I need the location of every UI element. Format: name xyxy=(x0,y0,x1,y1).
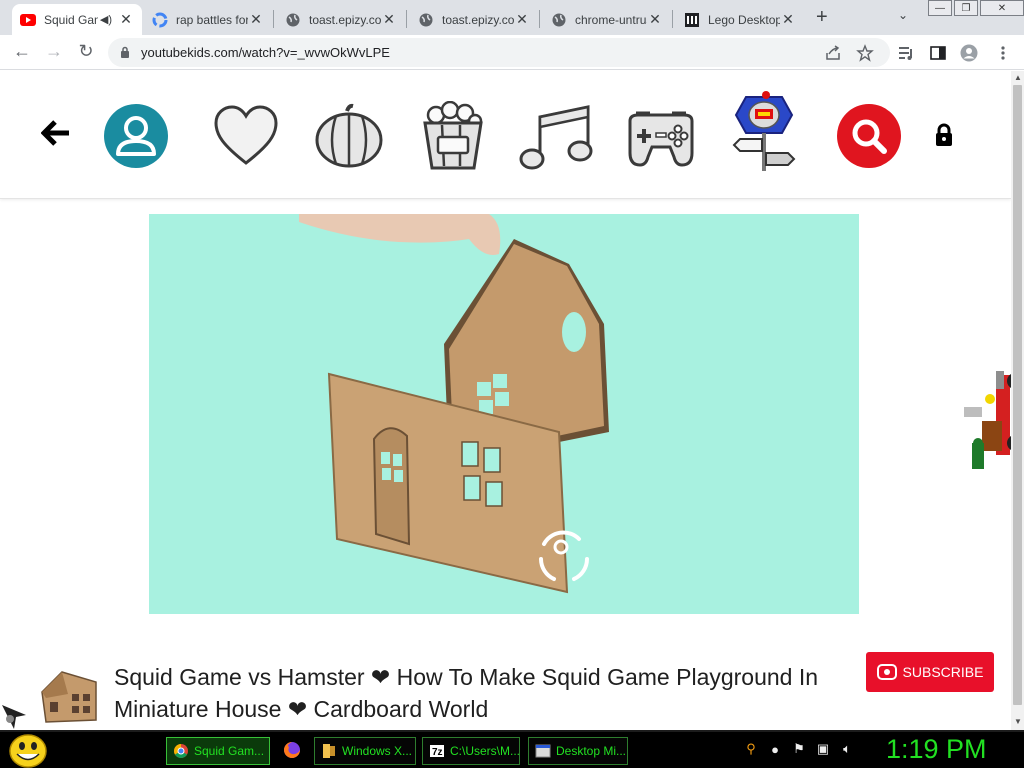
close-tab-icon[interactable]: ✕ xyxy=(780,11,796,28)
task-chrome[interactable]: Squid Gam... xyxy=(166,737,270,765)
chrome-icon xyxy=(174,744,188,758)
task-label: Desktop Mi... xyxy=(556,744,627,758)
back-arrow-icon[interactable] xyxy=(38,115,74,151)
youtube-kids-page: Squid Game vs Hamster ❤ How To Make Squi… xyxy=(0,71,1011,730)
task-7zip[interactable]: 7z C:\Users\M... xyxy=(422,737,520,765)
tab-separator xyxy=(539,10,540,28)
7zip-icon: 7z xyxy=(430,745,444,758)
tab-title: chrome-untrusted xyxy=(575,12,647,27)
game-controller-icon[interactable] xyxy=(626,107,696,169)
tab-separator xyxy=(273,10,274,28)
close-tab-icon[interactable]: ✕ xyxy=(118,11,134,28)
channel-avatar[interactable] xyxy=(38,668,100,724)
browser-toolbar: ← → ↻ youtubekids.com/watch?v=_wvwOkWvLP… xyxy=(0,35,1024,70)
close-tab-icon[interactable]: ✕ xyxy=(647,11,663,28)
media-control-icon[interactable] xyxy=(897,44,915,62)
tab-toast-1[interactable]: toast.epizy.com ✕ xyxy=(277,4,405,35)
chat-tray-icon[interactable]: ● xyxy=(766,740,784,758)
task-label: C:\Users\M... xyxy=(450,744,520,758)
tab-separator xyxy=(406,10,407,28)
profile-icon[interactable] xyxy=(103,103,169,169)
tab-toast-2[interactable]: toast.epizy.com ✕ xyxy=(410,4,538,35)
url-text: youtubekids.com/watch?v=_wvwOkWvLPE xyxy=(141,45,390,60)
tab-title: rap battles for kids xyxy=(176,12,248,27)
tab-title: toast.epizy.com xyxy=(309,12,381,27)
new-tab-button[interactable]: + xyxy=(816,6,828,29)
video-frame xyxy=(149,214,859,614)
back-button[interactable]: ← xyxy=(10,41,34,62)
taskbar-clock[interactable]: 1:19 PM xyxy=(886,734,987,765)
subscribe-button[interactable]: SUBSCRIBE xyxy=(866,652,994,692)
lock-icon[interactable] xyxy=(932,121,956,149)
music-note-icon[interactable] xyxy=(518,103,594,171)
side-panel-icon[interactable] xyxy=(929,44,947,62)
system-tray: ⚲ ● ⚑ ▣ 🔈︎ xyxy=(742,740,856,758)
video-title: Squid Game vs Hamster ❤ How To Make Squi… xyxy=(114,664,819,722)
tab-squid-game[interactable]: Squid Game vs Hamster ◀) ✕ xyxy=(12,4,142,35)
reload-button[interactable]: ↻ xyxy=(74,41,98,62)
tab-title: toast.epizy.com xyxy=(442,12,514,27)
tab-title: Squid Game vs Hamster xyxy=(44,12,98,27)
folder-icon xyxy=(323,744,335,758)
close-window-button[interactable]: ✕ xyxy=(980,0,1024,16)
start-button-smiley-icon[interactable] xyxy=(8,734,48,773)
tab-chrome-untrusted[interactable]: chrome-untrusted ✕ xyxy=(543,4,671,35)
subscribe-play-icon xyxy=(876,664,897,680)
search-tray-icon[interactable]: ⚲ xyxy=(742,740,760,758)
pumpkin-icon[interactable] xyxy=(314,103,384,169)
svg-text:7z: 7z xyxy=(432,747,443,758)
scroll-thumb[interactable] xyxy=(1013,85,1022,705)
tab-search-chevron-icon[interactable]: ⌄ xyxy=(898,8,908,22)
scroll-down-icon[interactable]: ▼ xyxy=(1014,717,1022,726)
tab-separator xyxy=(672,10,673,28)
taskbar: Squid Gam... Windows X... 7z C:\Users\M.… xyxy=(0,730,1024,768)
window-icon xyxy=(535,744,551,758)
video-info: Squid Game vs Hamster ❤ How To Make Squi… xyxy=(0,631,1011,730)
close-tab-icon[interactable]: ✕ xyxy=(381,11,397,28)
page-scrollbar[interactable]: ▲ ▼ xyxy=(1011,71,1024,730)
window-controls: — ❐ ✕ xyxy=(928,0,1024,16)
bookmark-star-icon[interactable] xyxy=(856,44,874,62)
lock-icon[interactable] xyxy=(120,46,130,64)
close-tab-icon[interactable]: ✕ xyxy=(248,11,264,28)
menu-kebab-icon[interactable] xyxy=(994,44,1012,62)
task-desktop[interactable]: Desktop Mi... xyxy=(528,737,628,765)
flag-tray-icon[interactable]: ⚑ xyxy=(790,740,808,758)
scroll-up-icon[interactable]: ▲ xyxy=(1014,73,1022,82)
lego-figure-decoration xyxy=(960,369,1011,478)
tab-title: Lego Desktop xyxy=(708,12,780,27)
profile-avatar-icon[interactable] xyxy=(960,44,978,62)
globe-icon xyxy=(285,12,301,28)
popcorn-icon[interactable] xyxy=(420,101,486,171)
lego-sign-icon[interactable] xyxy=(730,89,798,173)
firefox-quicklaunch-icon[interactable] xyxy=(283,741,301,764)
share-icon[interactable] xyxy=(824,44,842,62)
minimize-button[interactable]: — xyxy=(928,0,952,16)
task-windows-explorer[interactable]: Windows X... xyxy=(314,737,416,765)
mouse-cursor-icon xyxy=(0,703,28,730)
search-icon[interactable] xyxy=(836,103,902,169)
volume-tray-icon[interactable]: 🔈︎ xyxy=(838,740,856,758)
tab-strip: Squid Game vs Hamster ◀) ✕ rap battles f… xyxy=(0,0,1024,35)
address-bar[interactable]: youtubekids.com/watch?v=_wvwOkWvLPE xyxy=(108,38,890,67)
network-tray-icon[interactable]: ▣ xyxy=(814,740,832,758)
youtube-icon xyxy=(20,12,36,28)
museum-icon xyxy=(684,12,700,28)
subscribe-label: SUBSCRIBE xyxy=(902,664,984,680)
task-label: Squid Gam... xyxy=(194,744,265,758)
speaker-icon[interactable]: ◀) xyxy=(100,13,112,26)
heart-icon[interactable] xyxy=(212,103,280,169)
restore-button[interactable]: ❐ xyxy=(954,0,978,16)
globe-icon xyxy=(551,12,567,28)
task-label: Windows X... xyxy=(342,744,413,758)
tab-rap-battles[interactable]: rap battles for kids ✕ xyxy=(144,4,272,35)
tab-lego-desktop[interactable]: Lego Desktop ✕ xyxy=(676,4,804,35)
google-icon xyxy=(152,12,168,28)
close-tab-icon[interactable]: ✕ xyxy=(514,11,530,28)
forward-button[interactable]: → xyxy=(42,41,66,62)
kids-nav-bar xyxy=(0,71,1011,199)
globe-icon xyxy=(418,12,434,28)
video-player[interactable] xyxy=(149,214,859,614)
